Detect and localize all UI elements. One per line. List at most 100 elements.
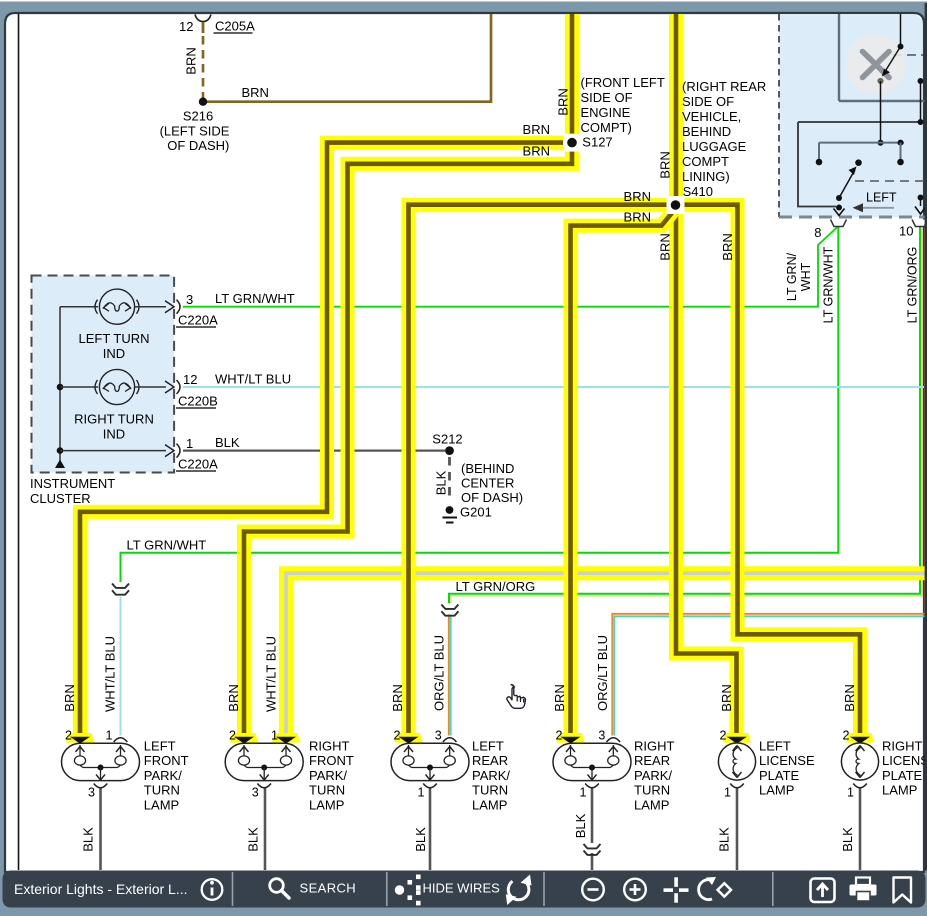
svg-text:(RIGHT REAR: (RIGHT REAR — [682, 79, 766, 94]
svg-text:BRN: BRN — [657, 233, 672, 260]
svg-text:LAMP: LAMP — [882, 783, 917, 798]
svg-text:BLK: BLK — [433, 470, 448, 495]
svg-text:WHT: WHT — [799, 262, 813, 291]
svg-text:BRN: BRN — [555, 88, 570, 115]
svg-text:IND: IND — [103, 427, 125, 442]
svg-text:BRN: BRN — [657, 151, 672, 178]
svg-text:OF DASH): OF DASH) — [167, 138, 229, 153]
svg-text:LICENSE: LICENSE — [759, 753, 815, 768]
svg-text:S410: S410 — [683, 184, 713, 199]
svg-text:ORG/LT BLU: ORG/LT BLU — [595, 635, 610, 711]
svg-text:LEFT: LEFT — [866, 191, 897, 205]
svg-text:TURN: TURN — [472, 783, 508, 798]
svg-text:PLATE: PLATE — [882, 768, 923, 783]
svg-text:REAR: REAR — [634, 753, 670, 768]
svg-text:1: 1 — [724, 786, 731, 800]
svg-text:BRN: BRN — [523, 122, 550, 137]
svg-text:PARK/: PARK/ — [144, 768, 182, 783]
svg-text:12: 12 — [179, 19, 193, 34]
svg-text:LEFT: LEFT — [144, 739, 176, 754]
svg-text:IND: IND — [103, 346, 125, 361]
svg-text:LEFT: LEFT — [759, 739, 791, 754]
svg-text:LT GRN/WHT: LT GRN/WHT — [127, 538, 207, 553]
svg-text:TURN: TURN — [634, 783, 670, 798]
svg-text:S216: S216 — [183, 109, 213, 124]
svg-text:3: 3 — [435, 729, 442, 743]
svg-text:TURN: TURN — [144, 783, 180, 798]
svg-text:LICENSE: LICENSE — [882, 753, 927, 768]
svg-text:FRONT: FRONT — [144, 753, 189, 768]
svg-text:BLK: BLK — [215, 435, 240, 450]
svg-text:LT GRN/WHT: LT GRN/WHT — [821, 246, 835, 323]
svg-text:REAR: REAR — [472, 753, 508, 768]
svg-text:CENTER: CENTER — [461, 476, 514, 491]
svg-text:SIDE OF: SIDE OF — [682, 94, 734, 109]
svg-text:FRONT: FRONT — [309, 753, 354, 768]
svg-text:S212: S212 — [432, 432, 462, 447]
svg-text:WHT/LT BLU: WHT/LT BLU — [215, 372, 291, 387]
svg-text:1: 1 — [271, 729, 278, 743]
svg-text:12: 12 — [183, 372, 197, 387]
svg-text:LUGGAGE: LUGGAGE — [682, 139, 747, 154]
svg-text:ORG/LT BLU: ORG/LT BLU — [431, 635, 446, 711]
svg-text:VEHICLE,: VEHICLE, — [682, 109, 741, 124]
svg-text:INSTRUMENT: INSTRUMENT — [30, 476, 115, 491]
svg-text:G201: G201 — [460, 505, 492, 520]
svg-text:OF DASH): OF DASH) — [461, 490, 523, 505]
svg-text:LT GRN/WHT: LT GRN/WHT — [215, 291, 295, 306]
svg-text:2: 2 — [720, 729, 727, 743]
svg-text:LAMP: LAMP — [144, 797, 179, 812]
svg-text:1: 1 — [847, 786, 854, 800]
svg-text:BLK: BLK — [80, 827, 95, 852]
svg-text:C220A: C220A — [178, 457, 218, 472]
svg-text:BRN: BRN — [226, 684, 241, 711]
svg-text:WHT/LT BLU: WHT/LT BLU — [102, 636, 117, 712]
svg-text:LAMP: LAMP — [634, 797, 669, 812]
svg-text:S127: S127 — [582, 135, 612, 150]
svg-text:2: 2 — [556, 729, 563, 743]
svg-text:PARK/: PARK/ — [634, 768, 672, 783]
svg-text:BLK: BLK — [413, 827, 428, 852]
svg-text:LT GRN/ORG: LT GRN/ORG — [905, 247, 919, 324]
svg-text:RIGHT TURN: RIGHT TURN — [74, 412, 154, 427]
svg-text:LT GRN/ORG: LT GRN/ORG — [456, 579, 536, 594]
svg-text:C220B: C220B — [178, 394, 218, 409]
svg-text:BRN: BRN — [624, 189, 651, 204]
svg-text:BRN: BRN — [242, 85, 269, 100]
svg-text:8: 8 — [814, 225, 821, 240]
svg-text:BLK: BLK — [245, 827, 260, 852]
svg-text:2: 2 — [843, 729, 850, 743]
svg-text:10: 10 — [899, 224, 913, 239]
svg-text:BRN: BRN — [552, 684, 567, 711]
svg-text:BRN: BRN — [62, 684, 77, 711]
svg-text:BRN: BRN — [523, 143, 550, 158]
svg-text:WHT/LT BLU: WHT/LT BLU — [263, 636, 278, 712]
svg-text:BRN: BRN — [390, 684, 405, 711]
svg-text:TURN: TURN — [309, 783, 345, 798]
svg-text:RIGHT: RIGHT — [309, 739, 350, 754]
svg-text:BLK: BLK — [840, 827, 855, 852]
svg-text:(LEFT SIDE: (LEFT SIDE — [160, 124, 230, 139]
svg-text:2: 2 — [65, 729, 72, 743]
svg-text:BLK: BLK — [573, 813, 588, 838]
svg-text:LEFT: LEFT — [472, 739, 504, 754]
svg-text:3: 3 — [88, 786, 95, 800]
svg-text:3: 3 — [598, 729, 605, 743]
svg-text:PLATE: PLATE — [759, 768, 800, 783]
svg-text:1: 1 — [418, 786, 425, 800]
svg-text:LAMP: LAMP — [309, 797, 344, 812]
svg-text:C205A: C205A — [215, 19, 255, 34]
svg-text:SEARCH: SEARCH — [300, 881, 357, 896]
svg-text:BRN: BRN — [624, 210, 651, 225]
svg-text:BRN: BRN — [720, 233, 735, 260]
svg-text:PARK/: PARK/ — [472, 768, 510, 783]
svg-text:LINING): LINING) — [682, 169, 730, 184]
svg-text:LAMP: LAMP — [472, 797, 507, 812]
svg-text:2: 2 — [229, 729, 236, 743]
svg-text:COMPT): COMPT) — [581, 120, 632, 135]
svg-text:1: 1 — [580, 786, 587, 800]
svg-text:(BEHIND: (BEHIND — [461, 461, 514, 476]
svg-text:LAMP: LAMP — [759, 783, 794, 798]
svg-text:BLK: BLK — [716, 827, 731, 852]
svg-text:RIGHT: RIGHT — [882, 739, 923, 754]
